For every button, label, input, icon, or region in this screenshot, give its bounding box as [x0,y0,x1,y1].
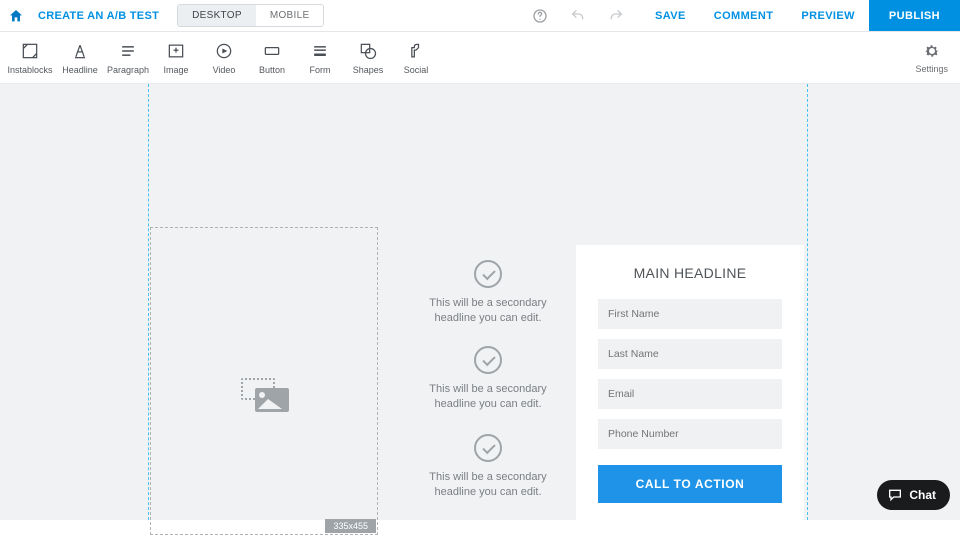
shapes-icon [358,41,378,61]
image-icon [166,41,186,61]
paragraph-icon [118,41,138,61]
tool-label: Paragraph [107,65,149,75]
feature-block-1[interactable]: This will be a secondary headline you ca… [418,260,558,326]
chat-icon [887,487,903,503]
tool-video[interactable]: Video [200,41,248,75]
device-desktop-tab[interactable]: DESKTOP [178,5,256,26]
chat-label: Chat [909,488,936,502]
feature-block-3[interactable]: This will be a secondary headline you ca… [418,434,558,500]
tool-headline[interactable]: Headline [56,41,104,75]
email-field[interactable] [598,379,782,409]
tool-form[interactable]: Form [296,41,344,75]
create-ab-test-link[interactable]: CREATE AN A/B TEST [38,10,159,22]
tool-label: Image [163,65,188,75]
social-icon [406,41,426,61]
feature-text: This will be a secondary headline you ca… [418,470,558,500]
feature-block-2[interactable]: This will be a secondary headline you ca… [418,346,558,412]
home-icon[interactable] [8,8,24,24]
tool-instablocks[interactable]: Instablocks [4,41,56,75]
help-icon[interactable] [527,3,553,29]
check-circle-icon [474,346,502,374]
tool-shapes[interactable]: Shapes [344,41,392,75]
form-icon [310,41,330,61]
tool-label: Video [213,65,236,75]
tool-label: Instablocks [7,65,52,75]
first-name-field[interactable] [598,299,782,329]
form-card[interactable]: MAIN HEADLINE CALL TO ACTION [576,245,804,525]
preview-button[interactable]: PREVIEW [787,0,869,31]
video-icon [214,41,234,61]
tool-label: Button [259,65,285,75]
comment-button[interactable]: COMMENT [700,0,788,31]
guide-right [807,84,808,520]
publish-button[interactable]: PUBLISH [869,0,960,31]
topbar-right-group: SAVE COMMENT PREVIEW PUBLISH [527,0,960,31]
image-dropzone[interactable]: 335x455 [150,227,378,535]
button-icon [262,41,282,61]
top-bar: CREATE AN A/B TEST DESKTOP MOBILE SAVE C… [0,0,960,32]
check-circle-icon [474,434,502,462]
device-mobile-tab[interactable]: MOBILE [256,5,324,26]
tool-label: Form [310,65,331,75]
guide-left [148,84,149,520]
feature-text: This will be a secondary headline you ca… [418,382,558,412]
device-segmented-control: DESKTOP MOBILE [177,4,324,27]
tool-label: Settings [915,64,948,74]
save-button[interactable]: SAVE [641,0,700,31]
cta-button[interactable]: CALL TO ACTION [598,465,782,503]
tool-settings[interactable]: Settings [915,42,948,74]
tool-social[interactable]: Social [392,41,440,75]
tool-button[interactable]: Button [248,41,296,75]
tool-label: Shapes [353,65,384,75]
headline-icon [70,41,90,61]
canvas-area[interactable]: 335x455 This will be a secondary headlin… [0,84,960,520]
form-headline: MAIN HEADLINE [598,265,782,281]
tool-label: Social [404,65,429,75]
undo-icon[interactable] [565,3,591,29]
instablocks-icon [20,41,40,61]
redo-icon[interactable] [603,3,629,29]
check-circle-icon [474,260,502,288]
feature-text: This will be a secondary headline you ca… [418,296,558,326]
last-name-field[interactable] [598,339,782,369]
image-dimensions-badge: 335x455 [325,519,376,533]
tool-image[interactable]: Image [152,41,200,75]
tool-label: Headline [62,65,98,75]
chat-widget[interactable]: Chat [877,480,950,510]
image-placeholder-icon [241,378,287,414]
gear-icon [923,42,941,60]
phone-field[interactable] [598,419,782,449]
tool-paragraph[interactable]: Paragraph [104,41,152,75]
element-toolbar: Instablocks Headline Paragraph Image Vid… [0,32,960,84]
